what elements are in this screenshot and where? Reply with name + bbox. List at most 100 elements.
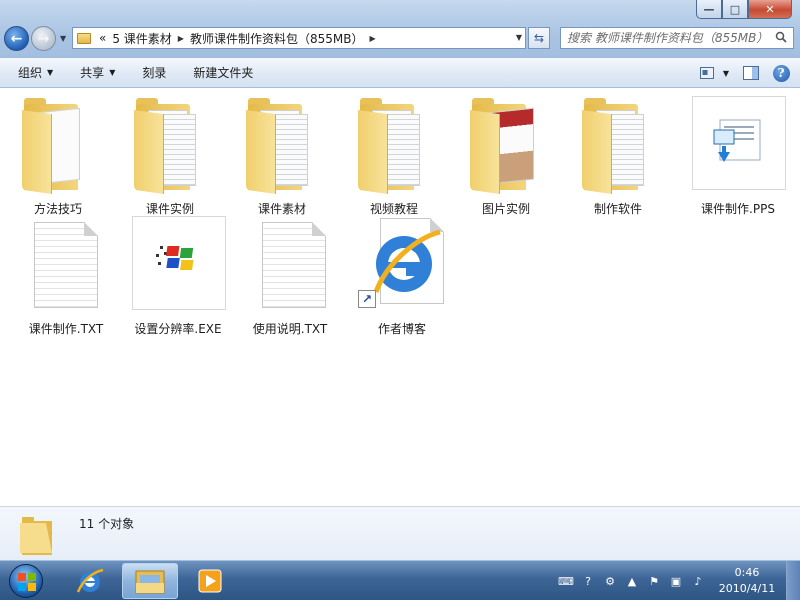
address-bar[interactable]: « 5 课件素材 ▶ 教师课件制作资料包（855MB） ▶ ▼ xyxy=(72,27,526,49)
maximize-button[interactable]: □ xyxy=(722,0,748,19)
new-folder-button[interactable]: 新建文件夹 xyxy=(175,58,262,88)
view-icon xyxy=(700,67,714,79)
clock[interactable]: 0:46 2010/4/11 xyxy=(712,565,782,597)
folder-icon xyxy=(77,32,91,44)
refresh-icon: ⇆ xyxy=(533,31,545,45)
item-label: 视频教程 xyxy=(369,202,418,216)
file-item[interactable]: 课件制作.PPS xyxy=(684,96,792,217)
address-dropdown-icon[interactable]: ▼ xyxy=(516,33,522,42)
file-item[interactable]: 课件制作.TXT xyxy=(12,216,120,337)
new-folder-label: 新建文件夹 xyxy=(193,66,254,80)
language-help-icon[interactable]: ? xyxy=(580,573,596,589)
folder-icon xyxy=(458,96,554,196)
details-pane: 11 个对象 xyxy=(0,506,800,560)
chevron-down-icon: ▼ xyxy=(109,68,116,77)
folder-item[interactable]: 方法技巧 xyxy=(4,96,112,217)
folder-item[interactable]: 图片实例 xyxy=(452,96,560,217)
folder-item[interactable]: 课件实例 xyxy=(116,96,224,217)
preview-pane-icon xyxy=(743,66,759,80)
folder-icon xyxy=(135,570,165,594)
chevron-down-icon: ▼ xyxy=(47,68,54,77)
share-label: 共享 xyxy=(80,66,105,80)
chevron-right-icon[interactable]: ▶ xyxy=(369,34,375,43)
folder-icon xyxy=(20,517,52,555)
folder-icon xyxy=(570,96,666,196)
share-menu[interactable]: 共享 ▼ xyxy=(62,58,124,88)
title-bar: — □ ✕ ← → ▼ « 5 课件素材 ▶ 教师课件制作资料包（855MB） … xyxy=(0,0,800,58)
view-controls: ▼ ? xyxy=(688,58,792,88)
refresh-button[interactable]: ⇆ xyxy=(528,27,550,49)
file-item[interactable]: 设置分辨率.EXE xyxy=(124,216,232,337)
network-icon[interactable]: ▣ xyxy=(668,573,684,589)
forward-arrow-icon: → xyxy=(37,30,50,47)
folder-item[interactable]: 视频教程 xyxy=(340,96,448,217)
keyboard-icon[interactable]: ⌨ xyxy=(558,573,574,589)
media-player-icon xyxy=(198,569,222,593)
start-button[interactable] xyxy=(4,561,48,600)
file-item[interactable]: 使用说明.TXT xyxy=(236,216,344,337)
volume-icon[interactable]: ♪ xyxy=(690,573,706,589)
folder-icon xyxy=(234,96,330,196)
ime-options-icon[interactable]: ⚙ xyxy=(602,573,618,589)
search-input[interactable] xyxy=(567,31,767,45)
search-icon[interactable] xyxy=(775,31,787,43)
help-button[interactable]: ? xyxy=(770,62,792,84)
item-label: 课件制作.PPS xyxy=(701,202,775,216)
item-label: 设置分辨率.EXE xyxy=(134,322,222,336)
powerpoint-slideshow-icon xyxy=(690,96,786,196)
folder-item[interactable]: 课件素材 xyxy=(228,96,336,217)
chevron-right-icon[interactable]: ▶ xyxy=(178,34,184,43)
clock-time: 0:46 xyxy=(734,566,760,579)
folder-icon xyxy=(10,96,106,196)
folder-icon xyxy=(122,96,218,196)
back-button[interactable]: ← xyxy=(4,26,29,51)
item-label: 制作软件 xyxy=(593,202,642,216)
item-label: 方法技巧 xyxy=(33,202,82,216)
taskbar-media-player[interactable] xyxy=(182,563,238,599)
item-label: 使用说明.TXT xyxy=(252,322,328,336)
text-file-icon xyxy=(18,216,114,316)
preview-pane-button[interactable] xyxy=(740,62,762,84)
change-view-button[interactable] xyxy=(696,62,718,84)
breadcrumb-segment[interactable]: 教师课件制作资料包（855MB） xyxy=(190,30,364,47)
internet-explorer-shortcut-icon: ↗ xyxy=(354,216,450,316)
item-label: 课件素材 xyxy=(257,202,306,216)
back-arrow-icon: ← xyxy=(10,30,23,47)
recent-pages-dropdown[interactable]: ▼ xyxy=(60,34,66,43)
minimize-button[interactable]: — xyxy=(696,0,722,19)
action-center-flag-icon[interactable]: ⚑ xyxy=(646,573,662,589)
show-hidden-icons-icon[interactable]: ▲ xyxy=(624,573,640,589)
system-tray: ⌨ ? ⚙ ▲ ⚑ ▣ ♪ 0:46 2010/4/11 xyxy=(558,561,800,600)
search-box[interactable] xyxy=(560,27,794,49)
folder-item[interactable]: 制作软件 xyxy=(564,96,672,217)
file-list: 方法技巧 课件实例 课件素材 视频教程 图片实例 制作软件 课件制作.PPS 课… xyxy=(0,88,800,581)
burn-button[interactable]: 刻录 xyxy=(124,58,175,88)
breadcrumb-segment[interactable]: 5 课件素材 xyxy=(112,30,171,47)
item-count: 11 个对象 xyxy=(79,517,135,531)
internet-explorer-icon xyxy=(76,568,104,593)
more-options-dropdown[interactable]: ▼ xyxy=(720,62,732,84)
clock-date: 2010/4/11 xyxy=(718,582,776,595)
taskbar: ⌨ ? ⚙ ▲ ⚑ ▣ ♪ 0:46 2010/4/11 xyxy=(0,560,800,600)
shortcut-arrow-icon: ↗ xyxy=(358,290,376,308)
taskbar-internet-explorer[interactable] xyxy=(62,563,118,599)
show-desktop-button[interactable] xyxy=(786,561,800,600)
folder-icon xyxy=(346,96,442,196)
command-bar: 组织 ▼ 共享 ▼ 刻录 新建文件夹 ▼ ? xyxy=(0,58,800,88)
shortcut-item[interactable]: ↗ 作者博客 xyxy=(348,216,456,337)
help-icon: ? xyxy=(772,64,790,82)
organize-menu[interactable]: 组织 ▼ xyxy=(0,58,62,88)
address-overflow[interactable]: « xyxy=(99,31,106,45)
item-label: 课件实例 xyxy=(145,202,194,216)
windows-logo-icon xyxy=(9,564,43,598)
organize-label: 组织 xyxy=(18,66,43,80)
burn-label: 刻录 xyxy=(142,66,167,80)
taskbar-explorer[interactable] xyxy=(122,563,178,599)
close-button[interactable]: ✕ xyxy=(748,0,792,19)
window-controls: — □ ✕ xyxy=(696,0,792,19)
item-label: 作者博客 xyxy=(377,322,426,336)
navigation-buttons: ← → ▼ xyxy=(4,26,68,52)
text-file-icon xyxy=(242,216,338,316)
forward-button[interactable]: → xyxy=(31,26,56,51)
item-label: 图片实例 xyxy=(481,202,530,216)
